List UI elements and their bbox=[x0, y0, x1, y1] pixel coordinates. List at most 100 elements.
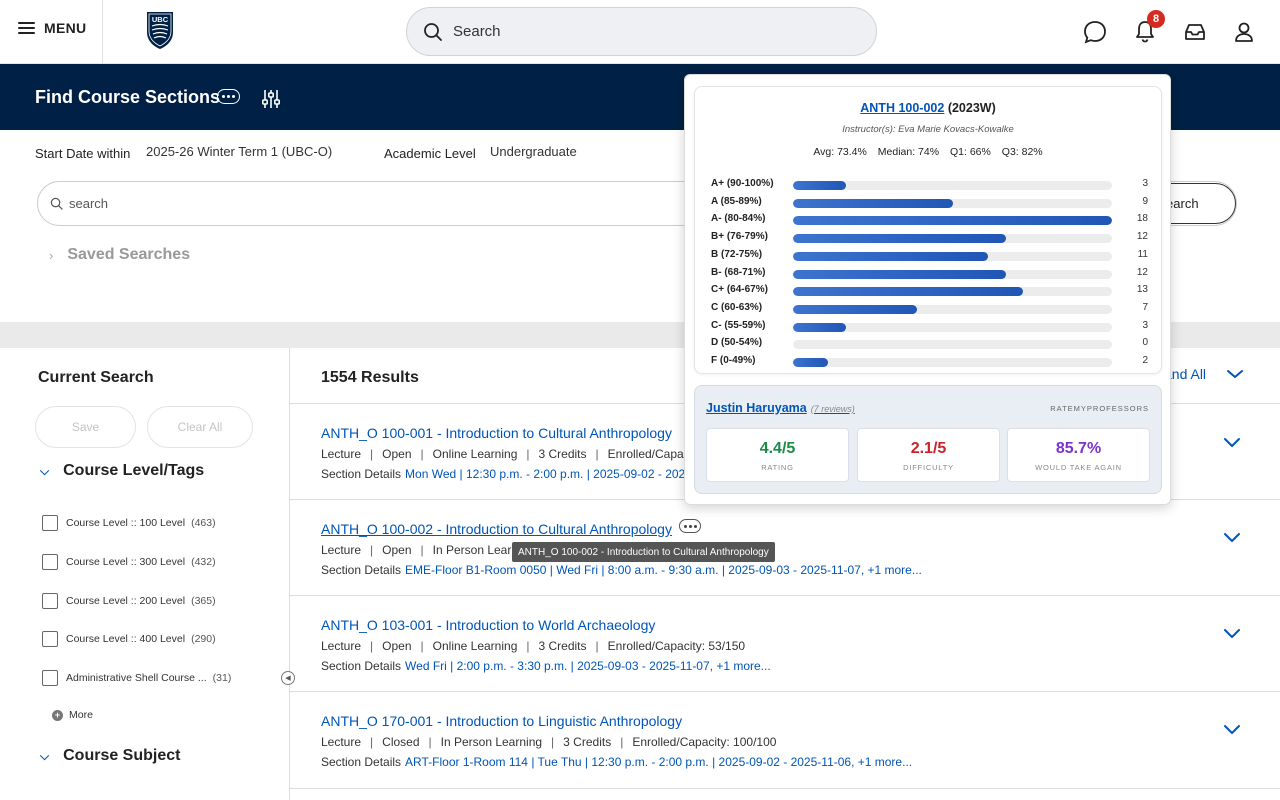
section-details: Section Details Mon Wed | 12:30 p.m. - 2:… bbox=[321, 467, 708, 481]
grade-count: 2 bbox=[1142, 355, 1148, 366]
start-date-value[interactable]: 2025-26 Winter Term 1 (UBC-O) bbox=[146, 144, 332, 159]
checkbox-count: (463) bbox=[191, 517, 216, 529]
divider bbox=[102, 0, 103, 64]
course-result-row: ANTH_O 103-001 - Introduction to World A… bbox=[290, 595, 1280, 692]
grade-label: C- (55-59%) bbox=[711, 319, 766, 331]
section-details-link[interactable]: Mon Wed | 12:30 p.m. - 2:00 p.m. | 2025-… bbox=[405, 467, 708, 481]
stat-q3: Q3: 82% bbox=[1001, 146, 1043, 158]
plus-icon: + bbox=[52, 709, 63, 721]
course-subject-heading: Course Subject bbox=[63, 747, 181, 764]
grade-count: 0 bbox=[1142, 337, 1148, 349]
ratemyprofessors-card: Justin Haruyama (7 reviews) RATEMYPROFESS… bbox=[694, 385, 1162, 494]
grade-count: 12 bbox=[1136, 231, 1148, 243]
course-title-link[interactable]: ANTH_O 100-002 - Introduction to Cultura… bbox=[321, 521, 672, 537]
difficulty-label: DIFFICULTY bbox=[903, 463, 954, 472]
chevron-down-icon bbox=[1227, 370, 1244, 378]
meta-credits: 3 Credits bbox=[563, 735, 612, 749]
rating-box: 4.4/5 RATING bbox=[706, 428, 849, 482]
grade-count: 7 bbox=[1142, 301, 1148, 313]
grade-label: C+ (64-67%) bbox=[711, 284, 768, 296]
stat-q1: Q1: 66% bbox=[950, 146, 991, 158]
grade-bar bbox=[793, 322, 847, 332]
stat-avg: Avg: 73.4% bbox=[813, 146, 867, 158]
grade-bar bbox=[793, 304, 918, 314]
checkbox-label: Course Level :: 400 Level bbox=[66, 633, 186, 645]
checkbox-label: Course Level :: 200 Level bbox=[66, 595, 186, 607]
saved-searches-toggle[interactable]: › Saved Searches bbox=[49, 246, 190, 264]
course-level-checkbox-row[interactable]: Course Level :: 200 Level (365) bbox=[42, 593, 216, 609]
grade-row: C- (55-59%) 3 bbox=[695, 320, 1163, 334]
professor-name-link[interactable]: Justin Haruyama (7 reviews) bbox=[706, 401, 855, 415]
grade-bar-track bbox=[793, 358, 1112, 367]
hamburger-icon bbox=[18, 21, 35, 35]
course-level-section-toggle[interactable]: ⌵ Course Level/Tags bbox=[40, 462, 204, 480]
course-subject-section-toggle[interactable]: ⌵ Course Subject bbox=[40, 747, 180, 765]
meta-type: Lecture bbox=[321, 639, 362, 653]
inbox-icon[interactable] bbox=[1182, 19, 1208, 45]
more-options-button[interactable] bbox=[217, 89, 240, 104]
meta-mode: Online Learning bbox=[432, 639, 518, 653]
expand-row-chevron-icon[interactable] bbox=[1222, 627, 1242, 641]
save-button[interactable]: Save bbox=[35, 406, 136, 448]
meta-type: Lecture bbox=[321, 447, 362, 461]
expand-row-chevron-icon[interactable] bbox=[1222, 723, 1242, 737]
term-label: (2023W) bbox=[947, 101, 996, 115]
course-meta: Lecture | Open | Online Learning | 3 Credits | E… bbox=[321, 447, 702, 461]
notification-badge: 8 bbox=[1147, 10, 1165, 28]
academic-level-value[interactable]: Undergraduate bbox=[490, 144, 577, 159]
grade-label: C (60-63%) bbox=[711, 301, 763, 313]
row-options-button[interactable] bbox=[679, 519, 701, 533]
section-details-label: Section Details bbox=[321, 659, 402, 673]
course-level-checkbox-row[interactable]: Course Level :: 400 Level (290) bbox=[42, 631, 216, 647]
grade-label: B- (68-71%) bbox=[711, 266, 766, 278]
expand-all-button[interactable]: and All bbox=[1164, 366, 1244, 382]
course-level-checkbox-row[interactable]: Administrative Shell Course ... (31) bbox=[42, 670, 231, 686]
course-level-checkbox-row[interactable]: Course Level :: 300 Level (432) bbox=[42, 554, 216, 570]
course-level-checkbox-row[interactable]: Course Level :: 100 Level (463) bbox=[42, 515, 216, 531]
grade-row: B- (68-71%) 12 bbox=[695, 267, 1163, 281]
meta-mode: Online Learning bbox=[432, 447, 518, 461]
meta-enrolled: Enrolled/Capacity: 53/150 bbox=[607, 639, 746, 653]
section-details-link[interactable]: EME-Floor B1-Room 0050 | Wed Fri | 8:00 … bbox=[405, 563, 922, 577]
chat-icon[interactable] bbox=[1082, 19, 1108, 45]
user-icon[interactable] bbox=[1231, 19, 1257, 45]
professor-name: Justin Haruyama bbox=[706, 401, 807, 415]
course-title-link[interactable]: ANTH_O 170-001 - Introduction to Linguis… bbox=[321, 713, 682, 729]
grade-bar bbox=[793, 234, 1006, 244]
checkbox[interactable] bbox=[42, 515, 58, 531]
checkbox[interactable] bbox=[42, 631, 58, 647]
menu-button[interactable]: MENU bbox=[18, 20, 86, 36]
instructors-text: Instructor(s): Eva Marie Kovacs-Kowalke bbox=[842, 124, 1014, 135]
course-search-placeholder: search bbox=[69, 196, 109, 211]
course-title-link[interactable]: ANTH_O 103-001 - Introduction to World A… bbox=[321, 617, 655, 633]
section-details-link[interactable]: Wed Fri | 2:00 p.m. - 3:30 p.m. | 2025-0… bbox=[405, 659, 771, 673]
more-button[interactable]: + More bbox=[52, 709, 93, 721]
page-title: Find Course Sections bbox=[35, 87, 221, 107]
grade-bar-track bbox=[793, 198, 1112, 208]
meta-mode: In Person Learning bbox=[440, 735, 543, 749]
grade-bar bbox=[793, 216, 1112, 226]
checkbox[interactable] bbox=[42, 670, 58, 686]
grade-row: A (85-89%) 9 bbox=[695, 196, 1163, 210]
clear-all-button[interactable]: Clear All bbox=[147, 406, 253, 448]
section-details: Section Details EME-Floor B1-Room 0050 | … bbox=[321, 563, 922, 577]
global-search[interactable]: Search bbox=[406, 7, 877, 56]
course-title-link[interactable]: ANTH_O 100-001 - Introduction to Cultura… bbox=[321, 425, 672, 441]
checkbox[interactable] bbox=[42, 554, 58, 570]
course-meta: Lecture | Open | In Person Learnin bbox=[321, 543, 528, 557]
filter-settings-icon[interactable] bbox=[262, 89, 280, 109]
section-details-label: Section Details bbox=[321, 563, 402, 577]
checkbox-label: Course Level :: 300 Level bbox=[66, 556, 186, 568]
section-details-link[interactable]: ART-Floor 1-Room 114 | Tue Thu | 12:30 p… bbox=[405, 755, 912, 769]
grade-bar-track bbox=[793, 269, 1112, 279]
meta-status: Closed bbox=[382, 735, 420, 749]
expand-row-chevron-icon[interactable] bbox=[1222, 436, 1242, 450]
checkbox[interactable] bbox=[42, 593, 58, 609]
search-icon bbox=[50, 197, 63, 210]
ubc-logo[interactable]: UBC bbox=[145, 10, 175, 50]
expand-row-chevron-icon[interactable] bbox=[1222, 531, 1242, 545]
grade-bar bbox=[793, 181, 847, 190]
take-again-box: 85.7% WOULD TAKE AGAIN bbox=[1007, 428, 1150, 482]
more-label: More bbox=[69, 709, 93, 721]
course-code-link[interactable]: ANTH 100-002 bbox=[860, 101, 944, 115]
